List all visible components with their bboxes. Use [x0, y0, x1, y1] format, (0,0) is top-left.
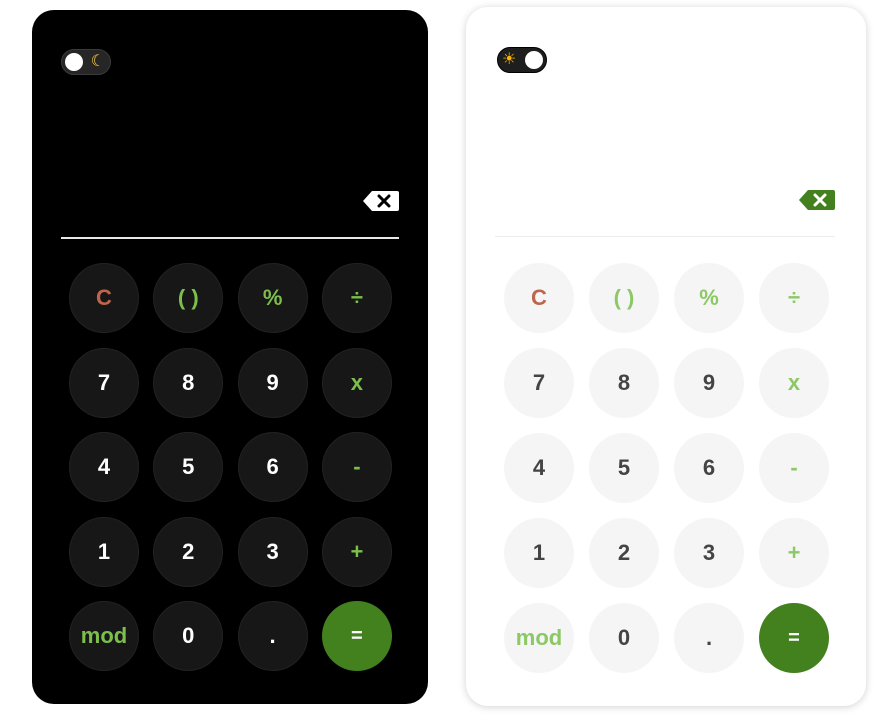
digit-9-button[interactable]: 9: [674, 348, 744, 418]
digit-3-button[interactable]: 3: [237, 516, 308, 587]
digit-7-button[interactable]: 7: [69, 347, 139, 418]
toggle-knob: [525, 51, 543, 69]
digit-9-button[interactable]: 9: [237, 347, 308, 418]
clear-button[interactable]: C: [504, 263, 574, 333]
digit-0-button[interactable]: 0: [589, 603, 659, 673]
digit-5-button[interactable]: 5: [153, 432, 224, 502]
add-button[interactable]: +: [759, 518, 829, 588]
digit-6-button[interactable]: 6: [237, 432, 308, 502]
digit-2-button[interactable]: 2: [153, 516, 224, 587]
digit-8-button[interactable]: 8: [153, 347, 224, 418]
subtract-button[interactable]: -: [321, 432, 392, 502]
parentheses-button[interactable]: ( ): [153, 263, 224, 333]
subtract-button[interactable]: -: [759, 433, 829, 503]
divide-button[interactable]: ÷: [759, 263, 829, 333]
equals-button[interactable]: =: [759, 603, 829, 673]
sun-icon: ☀: [502, 51, 517, 68]
digit-5-button[interactable]: 5: [589, 433, 659, 503]
divide-button[interactable]: ÷: [321, 263, 392, 333]
theme-toggle[interactable]: ☾: [61, 49, 111, 75]
percent-button[interactable]: %: [674, 263, 744, 333]
light-calculator: ☀ C( )% ÷ 7 8 9 x 4 5 6- 1 2 3 + mod 0. =: [466, 7, 866, 706]
add-button[interactable]: +: [321, 516, 392, 587]
toggle-knob: [65, 53, 83, 71]
clear-button[interactable]: C: [69, 263, 139, 333]
decimal-button[interactable]: .: [237, 601, 308, 671]
display-divider: [61, 237, 399, 239]
digit-4-button[interactable]: 4: [504, 433, 574, 503]
mod-button[interactable]: mod: [69, 601, 139, 671]
moon-icon: ☾: [90, 53, 105, 70]
display-divider: [495, 236, 835, 237]
digit-7-button[interactable]: 7: [504, 348, 574, 418]
digit-3-button[interactable]: 3: [674, 518, 744, 588]
digit-6-button[interactable]: 6: [674, 433, 744, 503]
digit-0-button[interactable]: 0: [153, 601, 224, 671]
backspace-icon[interactable]: [362, 190, 400, 212]
theme-toggle[interactable]: ☀: [497, 47, 547, 73]
multiply-button[interactable]: x: [759, 348, 829, 418]
multiply-button[interactable]: x: [321, 347, 392, 418]
digit-4-button[interactable]: 4: [69, 432, 139, 502]
percent-button[interactable]: %: [237, 263, 308, 333]
digit-1-button[interactable]: 1: [504, 518, 574, 588]
digit-8-button[interactable]: 8: [589, 348, 659, 418]
digit-2-button[interactable]: 2: [589, 518, 659, 588]
dark-calculator: ☾ C( )% ÷ 7 8 9 x 4 5 6- 1 2 3 + mod 0. =: [32, 10, 428, 704]
equals-button[interactable]: =: [321, 601, 392, 671]
decimal-button[interactable]: .: [674, 603, 744, 673]
mod-button[interactable]: mod: [504, 603, 574, 673]
digit-1-button[interactable]: 1: [69, 516, 139, 587]
parentheses-button[interactable]: ( ): [589, 263, 659, 333]
backspace-icon[interactable]: [798, 189, 836, 211]
